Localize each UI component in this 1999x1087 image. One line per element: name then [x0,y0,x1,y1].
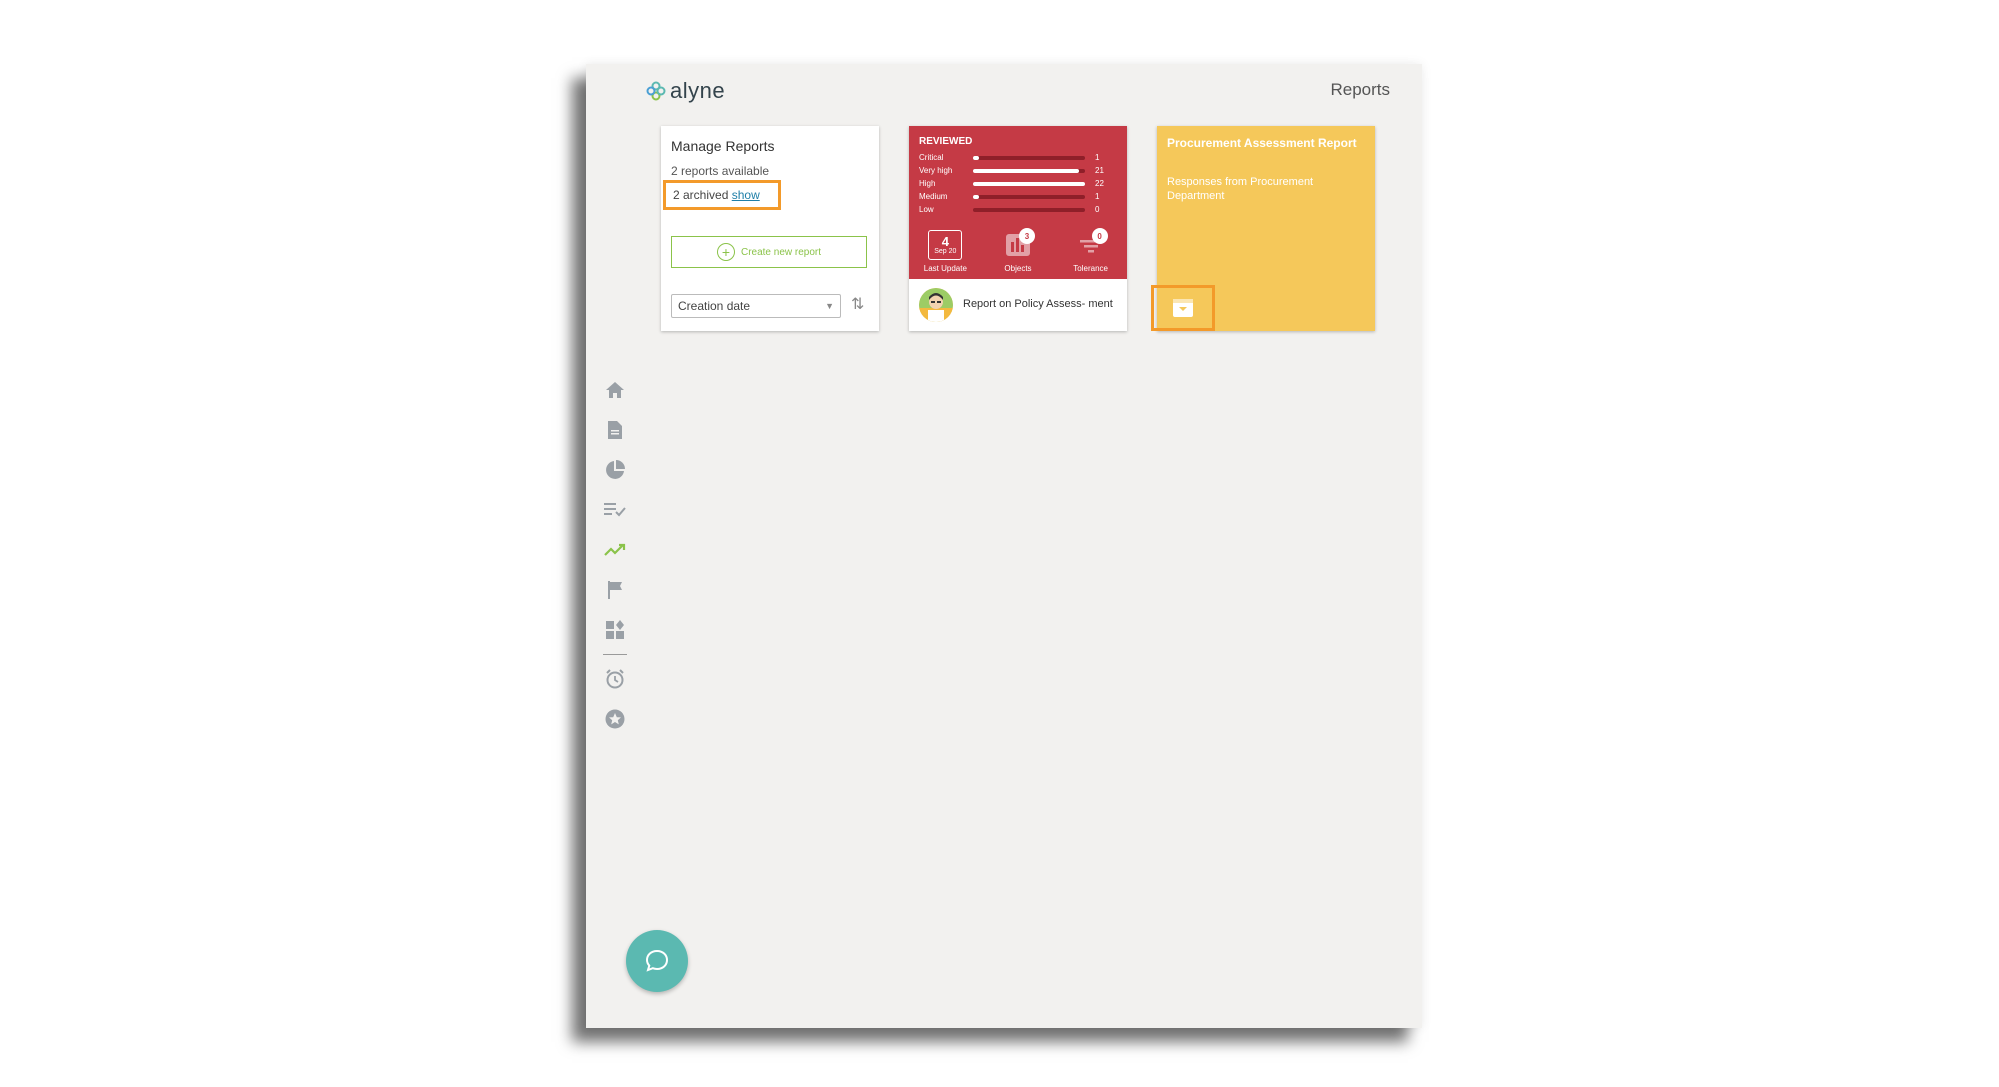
create-report-label: Create new report [740,246,822,258]
dropdown-arrow-icon: ▼ [825,301,834,311]
risk-value: 1 [1095,192,1100,201]
risk-bar-fill [973,194,979,199]
chat-icon [645,949,669,972]
risk-bar [973,207,1085,212]
procurement-title: Procurement Assessment Report [1167,136,1357,150]
document-icon[interactable] [600,410,630,450]
archive-icon [1173,299,1193,317]
trend-icon[interactable] [600,530,630,570]
risk-row: Medium 1 [919,190,1117,203]
archived-highlight: 2 archived show [663,180,781,210]
create-new-report-button[interactable]: + Create new report [671,236,867,268]
risk-bar [973,168,1085,173]
manage-reports-title: Manage Reports [671,138,775,154]
archived-count: 2 archived [673,188,729,202]
risk-value: 21 [1095,166,1104,175]
report-risk-panel: REVIEWED Critical 1 Very high 21 High 22 Mediu… [909,126,1127,279]
objects-stat: 3 Objects [987,228,1049,273]
status-label: REVIEWED [919,136,973,147]
sort-select[interactable]: Creation date ▼ [671,294,841,318]
calendar-icon: 4 Sep 20 [928,230,963,260]
risk-value: 0 [1095,205,1100,214]
report-stats: 4 Sep 20 Last Update 3 Objects 0 Toleran… [909,228,1127,273]
widgets-icon[interactable] [600,610,630,650]
avatar [919,288,953,322]
report-title: Report on Policy Assess- ment [963,298,1113,311]
risk-row: High 22 [919,177,1117,190]
show-archived-link[interactable]: show [732,188,760,202]
objects-badge: 3 [1018,228,1035,244]
alarm-icon[interactable] [600,659,630,699]
risk-bar-fill [973,155,979,160]
tolerance-label: Tolerance [1073,264,1108,273]
risk-bar-fill [973,168,1080,173]
tolerance-badge: 0 [1091,228,1108,244]
sidebar [600,370,630,739]
report-footer: Report on Policy Assess- ment [909,279,1127,331]
risk-label: Low [919,205,934,214]
unarchive-button[interactable] [1151,285,1215,331]
procurement-report-card[interactable]: Procurement Assessment Report Responses … [1151,126,1375,331]
risk-row: Low 0 [919,203,1117,216]
sort-select-value: Creation date [678,299,751,313]
objects-label: Objects [1004,264,1032,273]
logo-icon [646,81,666,101]
risk-value: 22 [1095,179,1104,188]
star-icon[interactable] [600,699,630,739]
procurement-description: Responses from Procurement Department [1167,176,1314,202]
risk-bar-fill [973,181,1085,186]
risk-label: High [919,179,936,188]
sort-direction-icon[interactable]: ⇅ [851,294,864,314]
logo-text: alyne [670,78,726,103]
last-update-label: Last Update [923,264,967,273]
risk-value: 1 [1095,153,1100,162]
report-card[interactable]: REVIEWED Critical 1 Very high 21 High 22 Mediu… [909,126,1127,331]
plus-icon: + [716,243,735,261]
sidebar-divider [603,654,627,655]
risk-label: Very high [919,166,953,175]
page-title: Reports [1330,80,1390,99]
app-window: alyne Reports Manage Reports 2 reports a… [586,64,1422,1028]
risk-row: Critical 1 [919,151,1117,164]
risk-row: Very high 21 [919,164,1117,177]
risk-bar [973,194,1085,199]
manage-reports-card: Manage Reports 2 reports available 2 arc… [661,126,879,331]
flag-icon[interactable] [600,570,630,610]
home-icon[interactable] [600,370,630,410]
risk-label: Critical [919,153,944,162]
last-update-day: 4 [941,234,949,249]
last-update-stat: 4 Sep 20 Last Update [914,230,976,273]
logo[interactable]: alyne [646,78,725,104]
risk-list: Critical 1 Very high 21 High 22 Medium 1 Low 0 [919,151,1117,216]
risk-bar [973,181,1085,186]
checklist-icon[interactable] [600,490,630,530]
risk-label: Medium [919,192,948,201]
last-update-month: Sep 20 [934,248,957,255]
tolerance-stat: 0 Tolerance [1060,228,1122,273]
chat-button[interactable] [626,930,688,992]
risk-bar [973,155,1085,160]
reports-count: 2 reports available [671,164,770,178]
pie-chart-icon[interactable] [600,450,630,490]
